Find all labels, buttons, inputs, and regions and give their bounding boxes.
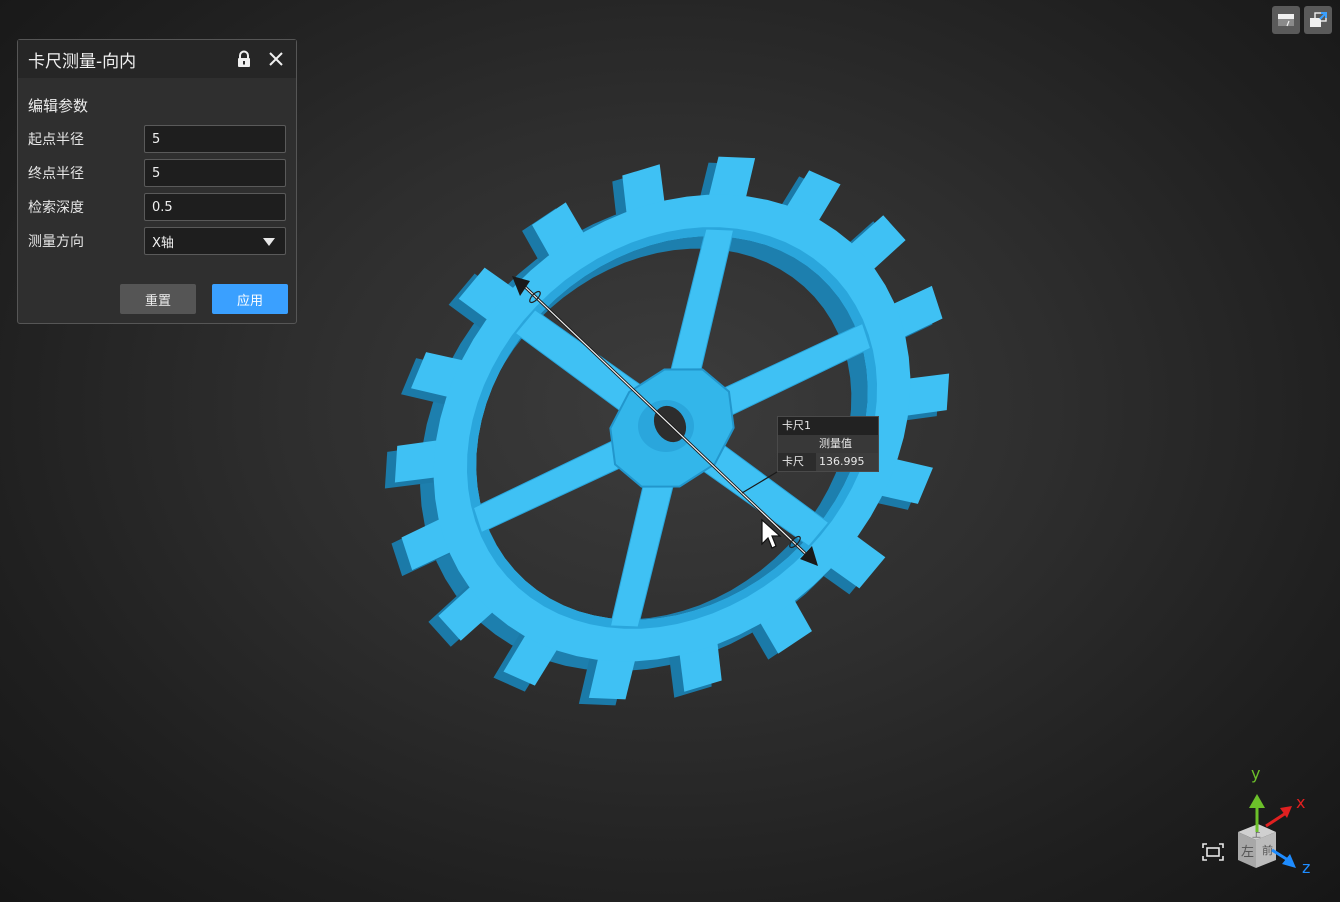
caliper-panel: 卡尺测量-向内 编辑参数 起点半径 终点半径 检索深度 测量方向 X轴 [17,39,297,324]
cube-face-front[interactable]: 前 [1262,843,1273,857]
tooltip-value: 136.995 [816,453,878,471]
direction-select[interactable]: X轴 [144,227,286,255]
start-radius-row: 起点半径 [28,124,288,154]
y-axis-label: y [1251,764,1261,783]
cube-face-left[interactable]: 左 [1241,845,1254,860]
start-radius-input[interactable] [144,125,286,153]
panel-toggle-button[interactable] [1272,6,1300,34]
gear-spoke [514,309,645,414]
panel-header: 卡尺测量-向内 [18,40,296,78]
panel-toggle-icon [1278,14,1294,27]
direction-label: 测量方向 [28,234,84,250]
tooltip-title: 卡尺1 [778,417,878,435]
caliper-measure-line [512,276,818,566]
end-radius-input[interactable] [144,159,286,187]
lock-icon[interactable] [234,49,254,69]
end-radius-label: 终点半径 [28,166,84,182]
tooltip-header: 测量值 [819,437,852,450]
tooltip-header-row: 测量值 [778,435,878,453]
close-icon[interactable] [266,49,286,69]
gear-spoke [609,479,675,628]
tooltip-value-row: 卡尺 136.995 [778,453,878,471]
gear-spoke [669,228,735,377]
direction-value: X轴 [152,235,174,251]
panel-title: 卡尺测量-向内 [28,51,137,72]
measurement-tooltip: 卡尺1 测量值 卡尺 136.995 [777,416,879,472]
start-radius-label: 起点半径 [28,132,84,148]
y-axis-arrow [1249,794,1265,808]
apply-button[interactable]: 应用 [212,284,288,314]
section-title: 编辑参数 [28,97,89,115]
tooltip-row-label: 卡尺 [782,455,804,468]
reset-button[interactable]: 重置 [120,284,196,314]
view-switch-button[interactable] [1304,6,1332,34]
end-radius-row: 终点半径 [28,158,288,188]
direction-row: 测量方向 X轴 [28,226,288,256]
z-axis-label: z [1302,858,1311,877]
view-switch-icon [1310,12,1327,27]
search-depth-input[interactable] [144,193,286,221]
gear-spoke [472,438,626,534]
x-axis-label: x [1296,793,1306,812]
search-depth-row: 检索深度 [28,192,288,222]
gear-spoke [718,322,872,418]
axis-widget[interactable]: 左 前 上 y x z [1196,760,1326,890]
search-depth-label: 检索深度 [28,200,84,216]
chevron-down-icon [263,238,275,246]
